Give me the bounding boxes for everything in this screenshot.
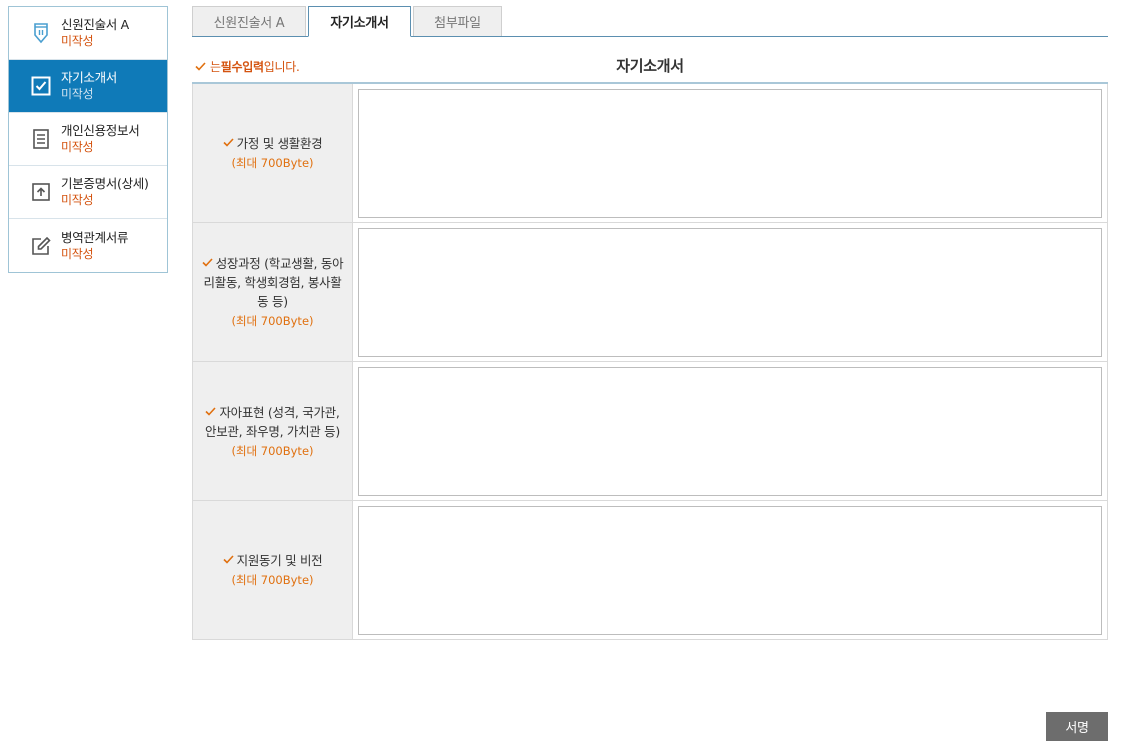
required-note: 는 필수입력 입니다. (195, 58, 300, 75)
field-label-cell: 가정 및 생활환경 (최대 700Byte) (193, 84, 353, 222)
check-icon (202, 253, 213, 272)
field-label-cell: 성장과정 (학교생활, 동아리활동, 학생회경험, 봉사활동 등) (최대 70… (193, 223, 353, 361)
field-max-length: (최대 700Byte) (231, 156, 314, 170)
sidebar-item-status: 미작성 (61, 87, 94, 101)
field-label: 가정 및 생활환경 (236, 136, 323, 151)
upload-icon (31, 181, 51, 203)
required-note-emphasis: 필수입력 (220, 60, 264, 74)
edit-icon (31, 235, 51, 257)
form-row: 지원동기 및 비전 (최대 700Byte) (192, 501, 1108, 640)
field-label: 자아표현 (성격, 국가관, 안보관, 좌우명, 가치관 등) (205, 404, 340, 439)
sidebar-item-basic-certificate[interactable]: 기본증명서(상세) 미작성 (9, 166, 167, 219)
form-row: 자아표현 (성격, 국가관, 안보관, 좌우명, 가치관 등) (최대 700B… (192, 362, 1108, 501)
tab-bar: 신원진술서 A 자기소개서 첨부파일 (192, 6, 1108, 37)
self-introduction-form: 가정 및 생활환경 (최대 700Byte) 성장과정 (학교생활, 동아리활동… (192, 82, 1108, 640)
check-icon (223, 550, 234, 569)
sidebar-item-military-documents[interactable]: 병역관계서류 미작성 (9, 219, 167, 272)
field-label: 지원동기 및 비전 (236, 553, 323, 568)
sidebar: 신원진술서 A 미작성 자기소개서 미작성 개인신용정보서 미작성 기본증명서(… (8, 6, 168, 273)
check-icon (223, 133, 234, 152)
field-label-cell: 지원동기 및 비전 (최대 700Byte) (193, 501, 353, 639)
tab-attachments[interactable]: 첨부파일 (413, 6, 502, 36)
sidebar-item-self-introduction[interactable]: 자기소개서 미작성 (9, 60, 167, 113)
section-title: 자기소개서 (616, 57, 684, 75)
tab-self-introduction[interactable]: 자기소개서 (308, 6, 411, 37)
sidebar-item-label: 개인신용정보서 (61, 123, 140, 138)
tab-identity-statement[interactable]: 신원진술서 A (192, 6, 306, 36)
sidebar-item-identity-statement[interactable]: 신원진술서 A 미작성 (9, 7, 167, 60)
form-row: 성장과정 (학교생활, 동아리활동, 학생회경험, 봉사활동 등) (최대 70… (192, 223, 1108, 362)
sidebar-item-status: 미작성 (61, 193, 94, 207)
field-max-length: (최대 700Byte) (231, 314, 314, 328)
family-environment-textarea[interactable] (358, 89, 1102, 218)
sidebar-item-label: 신원진술서 A (61, 17, 129, 32)
field-max-length: (최대 700Byte) (231, 573, 314, 587)
document-icon (31, 128, 51, 150)
sidebar-item-label: 자기소개서 (61, 70, 118, 85)
form-row: 가정 및 생활환경 (최대 700Byte) (192, 84, 1108, 223)
required-note-suffix: 입니다. (263, 60, 300, 74)
sign-button[interactable]: 서명 (1046, 712, 1108, 741)
sidebar-item-status: 미작성 (61, 140, 94, 154)
growth-process-textarea[interactable] (358, 228, 1102, 357)
motivation-vision-textarea[interactable] (358, 506, 1102, 635)
check-icon (195, 60, 206, 74)
sidebar-item-credit-info[interactable]: 개인신용정보서 미작성 (9, 113, 167, 166)
sidebar-item-label: 기본증명서(상세) (61, 176, 149, 191)
sidebar-item-status: 미작성 (61, 246, 94, 261)
self-expression-textarea[interactable] (358, 367, 1102, 496)
required-note-prefix: 는 (210, 60, 221, 74)
check-icon (205, 402, 217, 421)
sidebar-item-label: 병역관계서류 (61, 229, 129, 245)
sidebar-item-status: 미작성 (61, 34, 94, 48)
checkbox-icon (31, 75, 51, 97)
pen-icon (31, 22, 51, 44)
field-max-length: (최대 700Byte) (231, 443, 314, 458)
field-label: 성장과정 (학교생활, 동아리활동, 학생회경험, 봉사활동 등) (203, 256, 344, 309)
field-label-cell: 자아표현 (성격, 국가관, 안보관, 좌우명, 가치관 등) (최대 700B… (193, 362, 353, 500)
